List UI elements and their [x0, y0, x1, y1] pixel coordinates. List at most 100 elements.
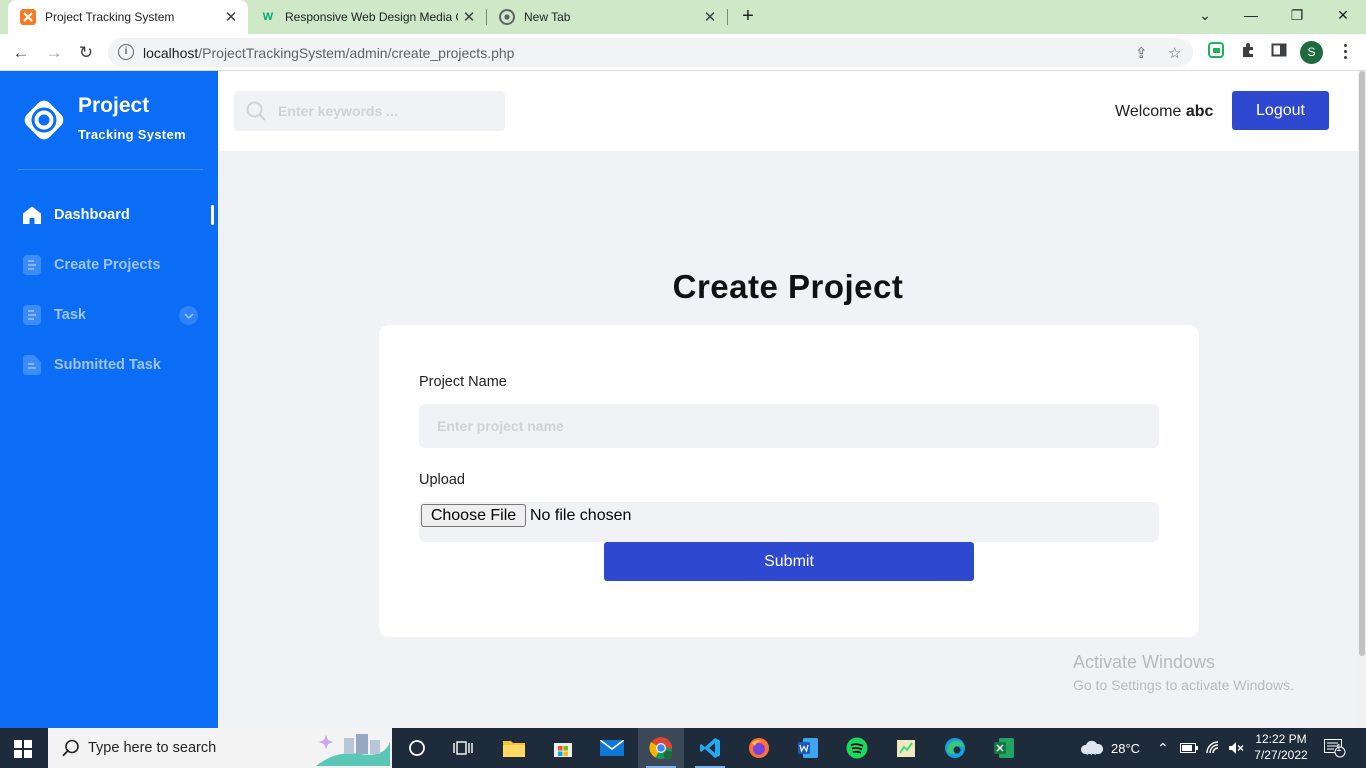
watermark-title: Activate Windows [1073, 652, 1216, 672]
tab-search-button[interactable]: ⌄ [1182, 4, 1228, 28]
new-tab-button[interactable]: + [736, 5, 760, 29]
taskbar-search-text: Type here to search [88, 740, 217, 756]
chrome-taskbar-icon[interactable] [638, 728, 684, 768]
document-icon [22, 305, 42, 325]
windows-taskbar: Type here to search 28°C ⌃ 12:22 PM 7/27… [0, 728, 1366, 768]
sidebar-item-label: Submitted Task [54, 357, 161, 373]
submit-button[interactable]: Submit [604, 542, 974, 581]
brand-title: Project [78, 94, 150, 117]
close-icon[interactable]: ✕ [220, 8, 242, 26]
battery-icon[interactable] [1180, 728, 1198, 768]
app-header: Welcome abc Logout [218, 71, 1358, 151]
excel-icon[interactable] [981, 728, 1027, 768]
spotify-icon[interactable] [834, 728, 880, 768]
welcome-text: Welcome [1115, 103, 1182, 120]
tab-title: New Tab [524, 10, 571, 24]
side-panel-icon[interactable] [1268, 42, 1290, 64]
sidebar-item-task[interactable]: Task [0, 295, 218, 335]
document-icon [22, 255, 42, 275]
url-host: localhost [143, 45, 199, 61]
notifications-icon[interactable]: 1 [1324, 728, 1346, 768]
file-status-text: No file chosen [530, 507, 632, 524]
extensions-puzzle-icon[interactable] [1237, 42, 1259, 64]
word-icon[interactable] [785, 728, 831, 768]
taskbar-search[interactable]: Type here to search [48, 728, 392, 768]
share-icon[interactable]: ⇪ [1135, 44, 1148, 62]
choose-file-button[interactable]: Choose File [421, 504, 526, 527]
url-path: /ProjectTrackingSystem/admin/create_proj… [198, 45, 515, 61]
notification-count: 1 [1336, 743, 1342, 754]
windows-start-icon[interactable] [14, 740, 32, 758]
cloud-icon [1080, 739, 1104, 758]
android-studio-icon[interactable] [883, 728, 929, 768]
chevron-down-icon[interactable] [179, 306, 198, 325]
project-name-label: Project Name [419, 374, 507, 390]
edge-icon[interactable] [932, 728, 978, 768]
search-input[interactable] [278, 91, 498, 131]
cortana-icon[interactable] [394, 728, 440, 768]
search-box [234, 91, 505, 131]
bookmark-star-icon[interactable]: ☆ [1168, 44, 1181, 62]
page-scrollbar[interactable] [1358, 71, 1366, 728]
clock-time: 12:22 PM [1255, 732, 1307, 746]
sidebar: Project Tracking System Dashboard Create… [0, 71, 218, 728]
tab-new-tab[interactable]: New Tab ✕ [487, 0, 727, 34]
sidebar-item-create-projects[interactable]: Create Projects [0, 245, 218, 285]
sidebar-item-submitted-task[interactable]: Submitted Task [0, 345, 218, 385]
file-explorer-icon[interactable] [491, 728, 537, 768]
minimize-button[interactable]: — [1228, 4, 1274, 28]
home-icon [22, 205, 42, 225]
close-icon[interactable]: ✕ [458, 8, 480, 26]
mail-icon[interactable] [589, 728, 635, 768]
brand-subtitle: Tracking System [78, 127, 186, 142]
reload-button[interactable]: ↻ [73, 40, 99, 66]
create-project-form: Project Name Upload Choose File No file … [379, 325, 1199, 637]
taskbar-clock[interactable]: 12:22 PM 7/27/2022 [1248, 731, 1314, 763]
extension-green-icon[interactable] [1205, 42, 1227, 64]
watermark-subtitle: Go to Settings to activate Windows. [1073, 677, 1294, 693]
sidebar-item-label: Dashboard [54, 207, 130, 223]
username: abc [1185, 103, 1214, 120]
tab-title: Responsive Web Design Media Q [285, 10, 458, 24]
scrollbar-thumb[interactable] [1359, 71, 1365, 656]
firefox-icon[interactable] [736, 728, 782, 768]
file-upload-field: Choose File No file chosen [419, 502, 1159, 542]
browser-tab-strip: Project Tracking System ✕ W Responsive W… [0, 0, 1366, 34]
logout-button[interactable]: Logout [1232, 91, 1329, 130]
welcome-message: Welcome abc [1115, 103, 1213, 121]
tab-project-tracking[interactable]: Project Tracking System ✕ [8, 0, 248, 34]
upload-label: Upload [419, 472, 465, 488]
task-view-icon[interactable] [440, 728, 486, 768]
search-icon [62, 739, 80, 757]
microsoft-store-icon[interactable] [540, 728, 586, 768]
brand-logo-icon [20, 96, 68, 144]
wifi-icon[interactable] [1206, 728, 1222, 768]
tab-responsive-web-design[interactable]: W Responsive Web Design Media Q ✕ [248, 0, 486, 34]
page-title: Create Project [672, 268, 904, 305]
chevron-up-icon[interactable]: ⌃ [1157, 728, 1169, 768]
tab-separator [727, 9, 728, 25]
chrome-icon [499, 9, 515, 25]
browser-toolbar: ← → ↻ i localhost/ProjectTrackingSystem/… [0, 34, 1366, 71]
search-icon [246, 101, 266, 121]
site-info-icon[interactable]: i [118, 44, 134, 60]
restore-button[interactable]: ❐ [1274, 4, 1320, 28]
close-icon[interactable]: ✕ [699, 8, 721, 26]
profile-avatar[interactable]: S [1300, 41, 1323, 64]
forward-button[interactable]: → [41, 40, 67, 66]
project-name-input[interactable] [419, 404, 1159, 448]
activate-windows-watermark: Activate Windows Go to Settings to activ… [1073, 652, 1294, 693]
weather-widget[interactable]: 28°C [1080, 728, 1140, 768]
weather-temperature: 28°C [1111, 740, 1141, 756]
browser-menu-icon[interactable] [1340, 41, 1350, 63]
vscode-icon[interactable] [687, 728, 733, 768]
tab-title: Project Tracking System [45, 10, 175, 24]
main-content: Create Project Project Name Upload Choos… [218, 151, 1358, 728]
sidebar-item-dashboard[interactable]: Dashboard [0, 195, 218, 235]
back-button[interactable]: ← [8, 40, 34, 66]
close-window-button[interactable]: ✕ [1320, 4, 1366, 28]
clock-date: 7/27/2022 [1254, 748, 1308, 762]
file-icon [22, 355, 42, 375]
volume-muted-icon[interactable] [1228, 728, 1244, 768]
address-bar[interactable]: i localhost/ProjectTrackingSystem/admin/… [108, 38, 1193, 67]
